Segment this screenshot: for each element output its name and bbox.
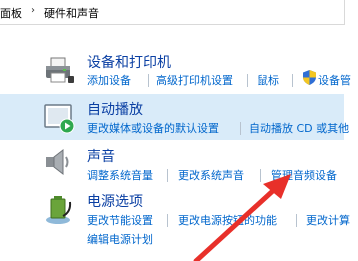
link-separator: [167, 214, 168, 227]
link-separator: [247, 74, 248, 87]
link-change-system-sounds[interactable]: 更改系统声音: [178, 167, 244, 183]
link-separator: [260, 169, 261, 182]
link-advanced-printer-settings[interactable]: 高级打印机设置: [156, 72, 233, 88]
category-power: 电源选项 更改节能设置 更改电源按钮的功能 更改计算 编辑电源计划: [0, 188, 350, 250]
link-mouse[interactable]: 鼠标: [257, 72, 279, 88]
breadcrumb-item-control-panel[interactable]: 面板: [0, 5, 22, 21]
link-change-power-saving[interactable]: 更改节能设置: [87, 212, 153, 228]
link-separator: [296, 214, 297, 227]
link-autoplay-cd[interactable]: 自动播放 CD 或其他: [249, 120, 349, 136]
printer-icon: [46, 57, 74, 83]
category-title-power[interactable]: 电源选项: [87, 191, 143, 211]
link-adjust-volume[interactable]: 调整系统音量: [87, 167, 153, 183]
address-bar-edge: [344, 0, 358, 25]
link-separator: [240, 122, 241, 135]
category-devices-printers: 设备和打印机 添加设备 高级打印机设置 鼠标 设备管: [0, 50, 351, 92]
category-title-autoplay[interactable]: 自动播放: [87, 99, 143, 119]
power-options-icon: [46, 196, 72, 224]
link-edit-power-plan[interactable]: 编辑电源计划: [87, 231, 153, 247]
autoplay-icon: [44, 104, 75, 134]
speaker-icon: [46, 148, 69, 176]
link-change-power-buttons[interactable]: 更改电源按钮的功能: [178, 212, 277, 228]
link-change-sleep[interactable]: 更改计算: [306, 212, 350, 228]
chevron-right-icon: ›: [31, 5, 35, 16]
breadcrumb: 面板 › 硬件和声音: [0, 0, 358, 25]
link-manage-audio-devices[interactable]: 管理音频设备: [271, 167, 337, 183]
category-sound: 声音 调整系统音量 更改系统声音 管理音频设备: [0, 143, 344, 185]
link-separator: [167, 169, 168, 182]
breadcrumb-item-hardware-sound[interactable]: 硬件和声音: [44, 5, 99, 21]
category-title-sound[interactable]: 声音: [87, 146, 115, 166]
uac-shield-icon: [303, 70, 316, 85]
link-device-manager[interactable]: 设备管: [318, 72, 351, 88]
link-change-media-defaults[interactable]: 更改媒体或设备的默认设置: [87, 120, 219, 136]
link-add-device[interactable]: 添加设备: [87, 72, 131, 88]
link-separator: [292, 74, 293, 87]
category-autoplay[interactable]: 自动播放 更改媒体或设备的默认设置 自动播放 CD 或其他: [0, 94, 349, 140]
category-title-devices-printers[interactable]: 设备和打印机: [87, 52, 171, 72]
link-separator: [148, 74, 149, 87]
